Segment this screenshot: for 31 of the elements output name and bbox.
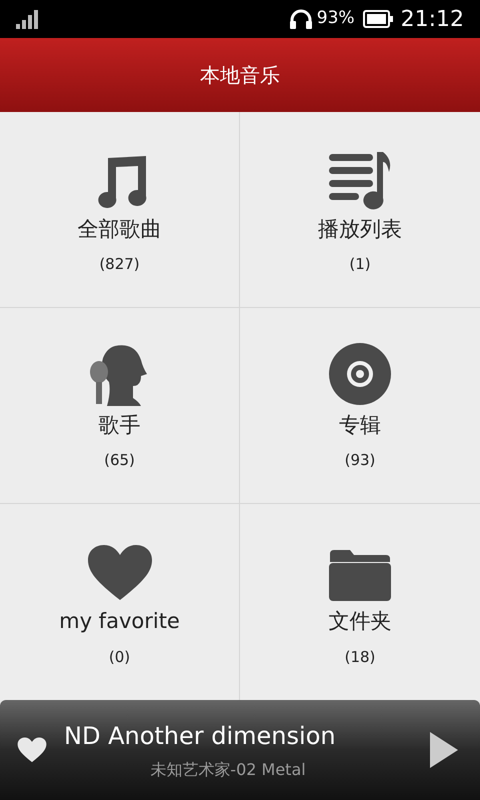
battery-percent: 93%: [316, 7, 355, 30]
heart-icon: [17, 737, 47, 763]
category-label: my favorite: [59, 608, 180, 635]
song-title: ND Another dimension: [64, 721, 336, 752]
category-tile[interactable]: my favorite (0): [0, 504, 240, 700]
folder-icon: [328, 548, 392, 602]
category-label: 播放列表: [318, 216, 402, 242]
heart-icon: [86, 544, 152, 602]
clock: 21:12: [400, 6, 464, 34]
category-label: 专辑: [339, 412, 381, 438]
category-tile[interactable]: 歌手 (65): [0, 308, 240, 504]
category-tile[interactable]: 播放列表 (1): [240, 112, 480, 308]
play-icon: [429, 731, 459, 769]
category-count: (0): [108, 646, 130, 668]
category-label: 全部歌曲: [78, 216, 162, 242]
category-label: 文件夹: [328, 608, 392, 635]
category-count: (827): [99, 254, 140, 275]
headphones-icon: [288, 8, 313, 30]
category-label: 歌手: [98, 412, 140, 438]
disc-icon: [328, 342, 392, 406]
song-artist: 未知艺术家-02 Metal: [150, 759, 307, 781]
battery-icon: [362, 10, 393, 28]
category-count: (65): [104, 450, 135, 471]
category-count: (1): [349, 254, 371, 275]
category-tile[interactable]: 专辑 (93): [240, 308, 480, 504]
category-count: (93): [344, 450, 376, 471]
page-title: 本地音乐: [200, 62, 280, 89]
category-tile[interactable]: 文件夹 (18): [240, 504, 480, 700]
playlist-icon: [327, 150, 393, 210]
category-tile[interactable]: 全部歌曲 (827): [0, 112, 240, 308]
category-count: (18): [344, 646, 376, 668]
